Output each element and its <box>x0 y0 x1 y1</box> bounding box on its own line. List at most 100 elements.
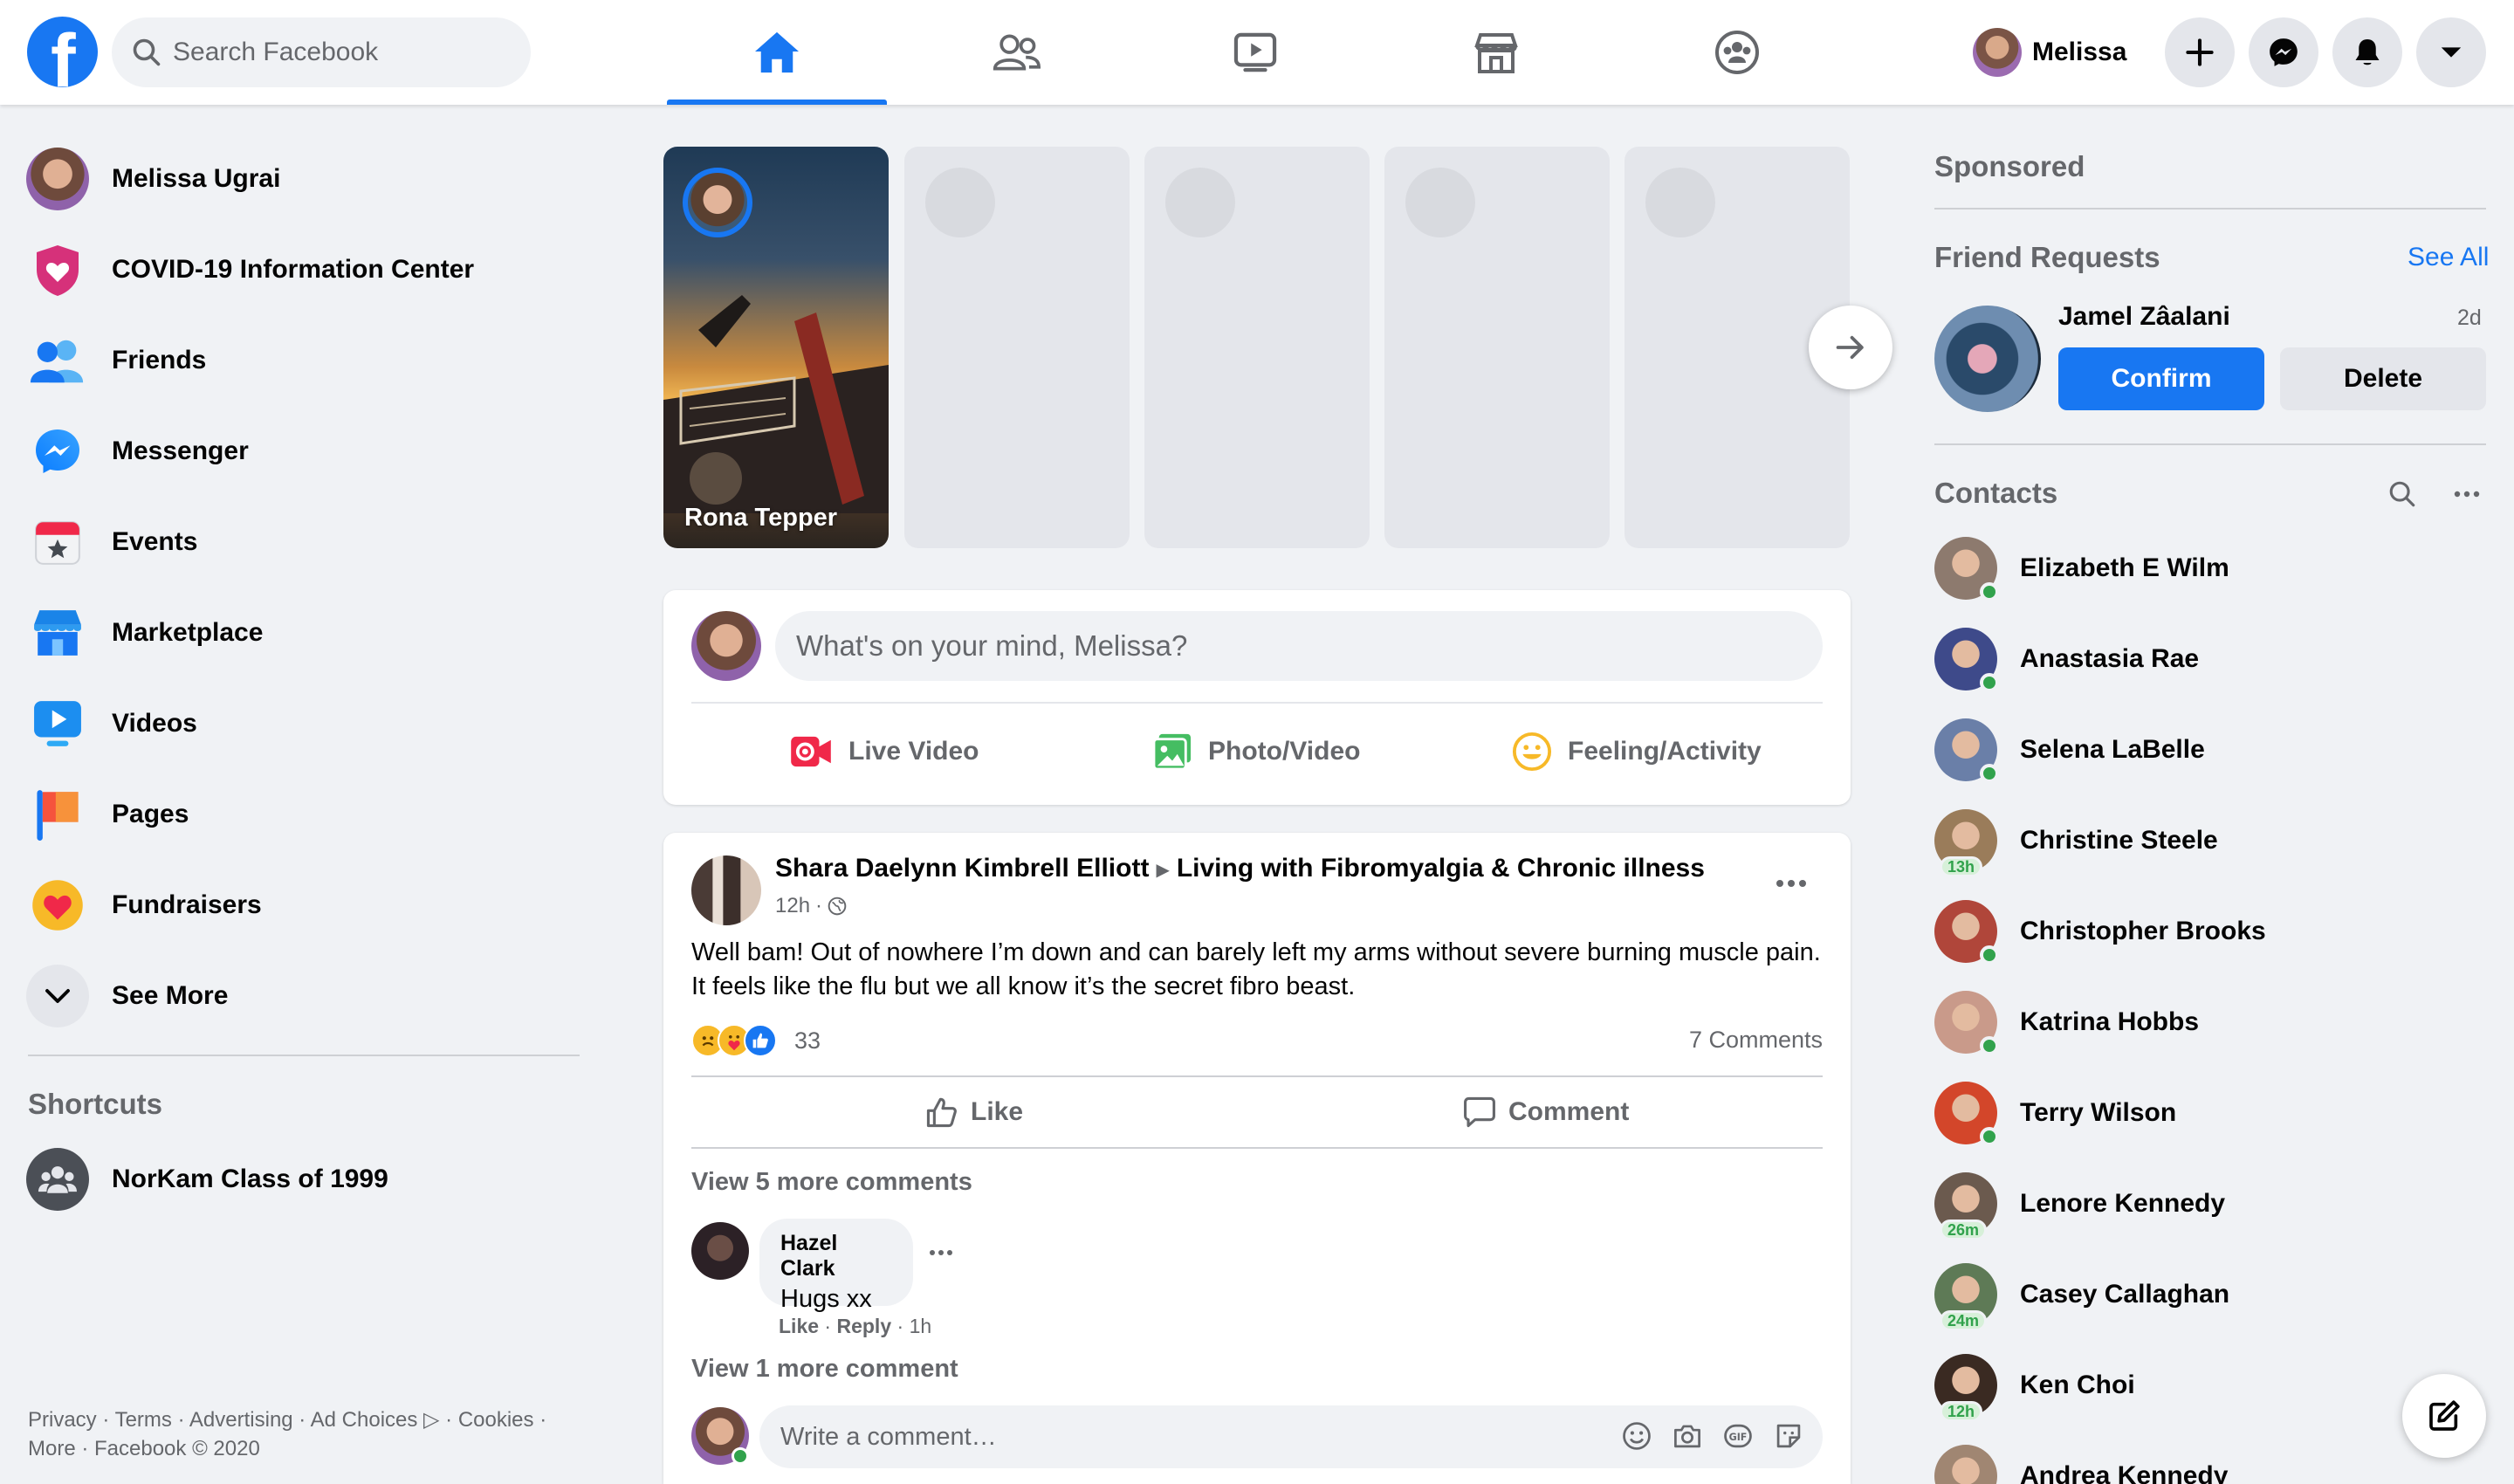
sidebar-item-label: Melissa Ugrai <box>112 164 281 193</box>
contact-name: Terry Wilson <box>2020 1098 2177 1127</box>
friend-request-name[interactable]: Jamel Zâalani <box>2058 302 2230 332</box>
contact-item[interactable]: Anastasia Rae <box>1934 620 2476 698</box>
sidebar-item-pages[interactable]: Pages <box>26 775 585 854</box>
contact-item[interactable]: Terry Wilson <box>1934 1074 2476 1152</box>
contact-name: Selena LaBelle <box>2020 735 2205 764</box>
view-more-comment-link[interactable]: View 1 more comment <box>691 1355 958 1384</box>
confirm-button[interactable]: Confirm <box>2058 347 2264 410</box>
account-menu-button[interactable] <box>2416 17 2486 87</box>
contact-item[interactable]: Katrina Hobbs <box>1934 983 2476 1061</box>
search-icon <box>133 38 161 66</box>
sidebar-item-profile[interactable]: Melissa Ugrai <box>26 140 585 218</box>
sidebar-item-friends[interactable]: Friends <box>26 321 585 400</box>
watch-icon <box>1233 32 1277 72</box>
comment-reply-link[interactable]: Reply <box>836 1315 891 1337</box>
sidebar-item-covid[interactable]: COVID-19 Information Center <box>26 230 585 309</box>
delete-button[interactable]: Delete <box>2280 347 2486 410</box>
sidebar-item-marketplace[interactable]: Marketplace <box>26 594 585 672</box>
create-button[interactable] <box>2165 17 2235 87</box>
comment-input-tools: GIF <box>1620 1419 1805 1453</box>
contact-name: Christopher Brooks <box>2020 917 2266 945</box>
contacts-options-button[interactable] <box>2449 485 2484 503</box>
comments-count[interactable]: 7 Comments <box>1689 1027 1823 1054</box>
gif-icon[interactable]: GIF <box>1721 1419 1755 1453</box>
comment-time[interactable]: 1h <box>910 1315 932 1337</box>
messenger-button[interactable] <box>2249 17 2318 87</box>
sidebar-item-label: Videos <box>112 709 197 738</box>
photo-video-label: Photo/Video <box>1208 737 1361 766</box>
contact-item[interactable]: 13h Christine Steele <box>1934 801 2476 880</box>
sidebar-item-label: Messenger <box>112 436 249 465</box>
notifications-button[interactable] <box>2332 17 2402 87</box>
like-reaction-icon <box>744 1024 777 1057</box>
sidebar-item-see-more[interactable]: See More <box>26 957 585 1035</box>
comment-options-button[interactable] <box>929 1245 953 1261</box>
contact-item[interactable]: 24m Casey Callaghan <box>1934 1255 2476 1334</box>
bell-icon <box>2355 39 2380 65</box>
composer-input[interactable] <box>775 611 1823 681</box>
profile-chip[interactable]: Melissa <box>1973 23 2139 82</box>
footer-links[interactable]: Privacy · Terms · Advertising · Ad Choic… <box>28 1405 587 1463</box>
contact-item[interactable]: 12h Ken Choi <box>1934 1346 2476 1425</box>
comment-like-link[interactable]: Like <box>779 1315 819 1337</box>
contact-item[interactable]: Andrea Kennedy <box>1934 1437 2476 1484</box>
story-placeholder <box>1144 147 1370 548</box>
stories-next-button[interactable] <box>1809 306 1892 389</box>
feeling-activity-button[interactable]: Feeling/Activity <box>1512 712 1762 791</box>
post-meta: 12h · <box>775 894 847 918</box>
like-button[interactable]: Like <box>925 1079 1023 1145</box>
post-group-name[interactable]: Living with Fibromyalgia & Chronic illne… <box>1177 854 1705 883</box>
facebook-logo[interactable]: f <box>27 17 98 87</box>
contact-item[interactable]: 26m Lenore Kennedy <box>1934 1165 2476 1243</box>
new-message-button[interactable] <box>2402 1374 2486 1458</box>
friends-icon <box>993 34 1041 71</box>
search-input[interactable] <box>173 17 513 87</box>
post-divider <box>691 1147 1823 1149</box>
emoji-icon[interactable] <box>1620 1419 1653 1453</box>
contact-item[interactable]: Selena LaBelle <box>1934 711 2476 789</box>
sidebar-item-fundraisers[interactable]: Fundraisers <box>26 866 585 945</box>
comment-button[interactable]: Comment <box>1463 1079 1629 1145</box>
sidebar-item-videos[interactable]: Videos <box>26 684 585 763</box>
search-box[interactable] <box>112 17 531 87</box>
sticker-icon[interactable] <box>1772 1419 1805 1453</box>
sidebar-item-messenger[interactable]: Messenger <box>26 412 585 491</box>
post-text: Well bam! Out of nowhere I’m down and ca… <box>691 938 1821 1000</box>
contact-item[interactable]: Elizabeth E Wilm <box>1934 529 2476 608</box>
last-active-badge: 12h <box>1940 1401 1983 1422</box>
sidebar-item-events[interactable]: Events <box>26 503 585 581</box>
friend-request-avatar[interactable] <box>1934 306 2041 412</box>
avatar <box>691 611 761 681</box>
post-author-name[interactable]: Shara Daelynn Kimbrell Elliott <box>775 854 1149 883</box>
post-options-button[interactable] <box>1767 859 1816 908</box>
tab-friends[interactable] <box>906 0 1126 105</box>
comment-author-avatar[interactable] <box>691 1222 749 1280</box>
contact-avatar <box>1934 991 1999 1055</box>
reaction-summary[interactable]: 33 <box>691 1023 821 1058</box>
contact-name: Elizabeth E Wilm <box>2020 553 2229 582</box>
tab-marketplace[interactable] <box>1386 0 1606 105</box>
photo-video-button[interactable]: Photo/Video <box>1152 712 1360 791</box>
post-author-avatar[interactable] <box>691 855 761 925</box>
more-dots-icon <box>2454 491 2480 498</box>
comment-author-name[interactable]: Hazel Clark <box>780 1231 892 1281</box>
post-time[interactable]: 12h <box>775 894 810 918</box>
reaction-count: 33 <box>794 1027 821 1054</box>
tab-home[interactable] <box>667 0 887 105</box>
story-card[interactable]: Rona Tepper <box>663 147 889 548</box>
contact-item[interactable]: Christopher Brooks <box>1934 892 2476 971</box>
online-indicator <box>1980 1036 1999 1055</box>
view-more-comments-link[interactable]: View 5 more comments <box>691 1168 972 1197</box>
post-divider <box>691 1075 1823 1077</box>
see-all-link[interactable]: See All <box>2408 243 2489 272</box>
contact-avatar <box>1934 537 1999 601</box>
tab-watch[interactable] <box>1145 0 1365 105</box>
contacts-search-button[interactable] <box>2381 477 2423 512</box>
shortcut-item-norkam[interactable]: NorKam Class of 1999 <box>26 1140 585 1219</box>
feed-post: Shara Daelynn Kimbrell Elliott ▶ Living wi… <box>663 833 1851 1484</box>
camera-icon[interactable] <box>1671 1419 1704 1453</box>
post-composer: Live Video Photo/Video Feeling/Activity <box>663 590 1851 805</box>
contact-name: Ken Choi <box>2020 1371 2135 1399</box>
tab-groups[interactable] <box>1627 0 1847 105</box>
live-video-button[interactable]: Live Video <box>789 712 979 791</box>
